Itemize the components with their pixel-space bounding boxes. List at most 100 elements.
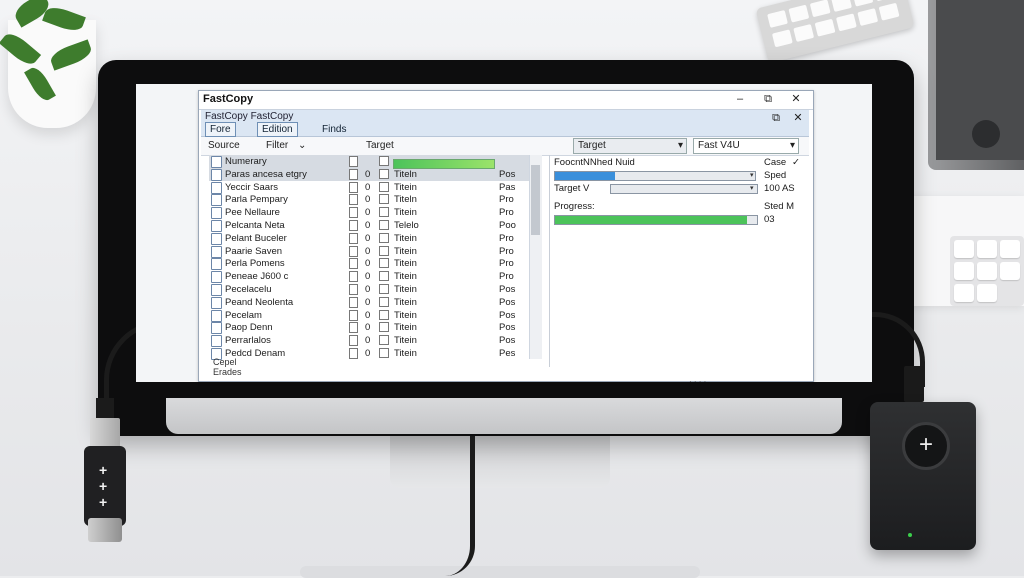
- copy-checkbox[interactable]: [379, 220, 389, 230]
- chevron-down-icon: ▾: [789, 140, 795, 151]
- target-select[interactable]: Target ▾: [573, 138, 687, 154]
- source-checkbox[interactable]: [349, 181, 358, 193]
- file-row[interactable]: Pelant Buceler 0 Titein Pro: [209, 232, 541, 245]
- file-name: Peneae J600 c: [225, 271, 289, 283]
- source-checkbox[interactable]: [349, 335, 358, 347]
- copy-checkbox[interactable]: [379, 194, 389, 205]
- target-name: Titein: [394, 181, 417, 193]
- target-name: Titein: [394, 309, 417, 321]
- copy-checkbox[interactable]: [379, 258, 389, 269]
- file-icon: [211, 258, 222, 271]
- source-checkbox[interactable]: [349, 322, 358, 334]
- chevron-down-icon[interactable]: ▾: [750, 171, 754, 179]
- file-flag: 0: [365, 207, 371, 219]
- mode-select[interactable]: Fast V4U ▾: [693, 138, 799, 154]
- close-button[interactable]: ✕: [785, 92, 807, 107]
- details-pane: FoocntNNhed Nuid Case ✓ ▾ Sped Target V …: [549, 155, 806, 367]
- target-name: Titein: [394, 258, 417, 270]
- source-checkbox[interactable]: [349, 258, 358, 270]
- menu-close-button[interactable]: ✕: [787, 111, 809, 126]
- source-checkbox[interactable]: [349, 207, 358, 219]
- file-row[interactable]: Perrarlalos 0 Titein Pos: [209, 334, 541, 348]
- copy-checkbox[interactable]: [379, 322, 389, 333]
- copy-checkbox[interactable]: [379, 181, 389, 192]
- file-flag: 0: [365, 232, 371, 244]
- file-row[interactable]: Paarie Saven 0 Titein Pro: [209, 245, 541, 258]
- monitor-chin: [166, 398, 842, 434]
- file-row[interactable]: Pelcanta Neta 0 Telelo Poo: [209, 219, 541, 232]
- file-name: Pelant Buceler: [225, 232, 287, 244]
- case-check-icon[interactable]: ✓: [792, 157, 800, 168]
- file-row[interactable]: Pee Nellaure 0 Titein Pro: [209, 206, 541, 220]
- source-checkbox[interactable]: [349, 271, 358, 283]
- source-checkbox[interactable]: [349, 245, 358, 257]
- source-column-header[interactable]: Source: [205, 138, 240, 154]
- file-name: Perrarlalos: [225, 335, 271, 347]
- copy-checkbox[interactable]: [379, 296, 389, 307]
- usb-icon: +: [99, 478, 108, 494]
- usb-cable-neck: [96, 398, 114, 420]
- file-row[interactable]: Peand Neolenta 0 Titein Pos: [209, 296, 541, 309]
- title-bar: FastCopy – ⧉ ✕: [199, 91, 813, 110]
- file-icon: [211, 335, 222, 348]
- file-row[interactable]: Paop Denn 0 Titein Pos: [209, 321, 541, 335]
- chevron-down-icon[interactable]: ▾: [750, 184, 754, 192]
- source-checkbox[interactable]: [349, 194, 358, 206]
- copy-checkbox[interactable]: [379, 168, 389, 179]
- fastcopy-window: FastCopy – ⧉ ✕ FastCopy FastCopy Fore Ed…: [198, 90, 814, 386]
- file-size: Poo: [499, 220, 516, 231]
- file-name: Pee Nellaure: [225, 207, 280, 219]
- source-checkbox[interactable]: [349, 168, 358, 180]
- file-row[interactable]: Pecelacelu 0 Titein Pos: [209, 283, 541, 296]
- file-icon: [211, 232, 222, 245]
- source-checkbox[interactable]: [349, 296, 358, 308]
- scrollbar-thumb[interactable]: [531, 165, 540, 235]
- tab-fore[interactable]: Fore: [205, 122, 236, 137]
- file-row[interactable]: Peneae J600 c 0 Titein Pro: [209, 270, 541, 284]
- tab-edition[interactable]: Edition: [257, 122, 298, 137]
- target-name: Titein: [394, 271, 417, 283]
- copy-checkbox[interactable]: [379, 245, 389, 256]
- file-size: Pos: [499, 296, 516, 308]
- source-checkbox[interactable]: [349, 220, 358, 231]
- file-size: Pos: [499, 168, 516, 180]
- file-row[interactable]: Parla Pempary 0 Titeln Pro: [209, 193, 541, 207]
- menu-restore-button[interactable]: ⧉: [765, 111, 787, 126]
- source-checkbox[interactable]: [349, 284, 358, 295]
- copy-checkbox[interactable]: [379, 207, 389, 218]
- progress-bar: [554, 215, 758, 225]
- copy-checkbox[interactable]: [379, 309, 389, 320]
- source-checkbox[interactable]: [349, 232, 358, 244]
- copy-checkbox[interactable]: [379, 232, 389, 243]
- file-row[interactable]: Pecelam 0 Titein Pos: [209, 309, 541, 322]
- file-flag: 0: [365, 220, 371, 231]
- file-icon: [211, 181, 222, 194]
- target-name: Titein: [394, 232, 417, 244]
- file-flag: 0: [365, 309, 371, 321]
- target-name: Titein: [394, 245, 417, 257]
- minimize-button[interactable]: –: [729, 92, 751, 107]
- copy-checkbox[interactable]: [379, 284, 389, 294]
- copy-checkbox[interactable]: [379, 335, 389, 346]
- file-row[interactable]: Yeccir Saars 0 Titein Pas: [209, 181, 541, 194]
- file-size: Pos: [499, 309, 516, 321]
- target-name: Titein: [394, 207, 417, 219]
- copy-checkbox[interactable]: [379, 156, 389, 166]
- tab-finds[interactable]: Finds: [317, 122, 351, 137]
- file-name: Perla Pomens: [225, 258, 285, 270]
- source-checkbox[interactable]: [349, 309, 358, 321]
- filter-dropdown-icon[interactable]: ⌄: [295, 138, 306, 154]
- target-name: Titein: [394, 322, 417, 334]
- source-checkbox[interactable]: [349, 156, 358, 167]
- maximize-button[interactable]: ⧉: [757, 92, 779, 107]
- file-row[interactable]: Perla Pomens 0 Titein Pro: [209, 257, 541, 271]
- filter-column-header[interactable]: Filter: [263, 138, 288, 154]
- file-size: Pro: [499, 194, 514, 206]
- target-column-header[interactable]: Target: [363, 138, 394, 154]
- target-name: Titeln: [394, 168, 417, 180]
- file-size: Pro: [499, 245, 514, 257]
- file-name: Paop Denn: [225, 322, 273, 334]
- scrollbar[interactable]: [529, 155, 542, 359]
- file-row[interactable]: Paras ancesa etgry 0 Titeln Pos: [209, 167, 541, 181]
- copy-checkbox[interactable]: [379, 271, 389, 282]
